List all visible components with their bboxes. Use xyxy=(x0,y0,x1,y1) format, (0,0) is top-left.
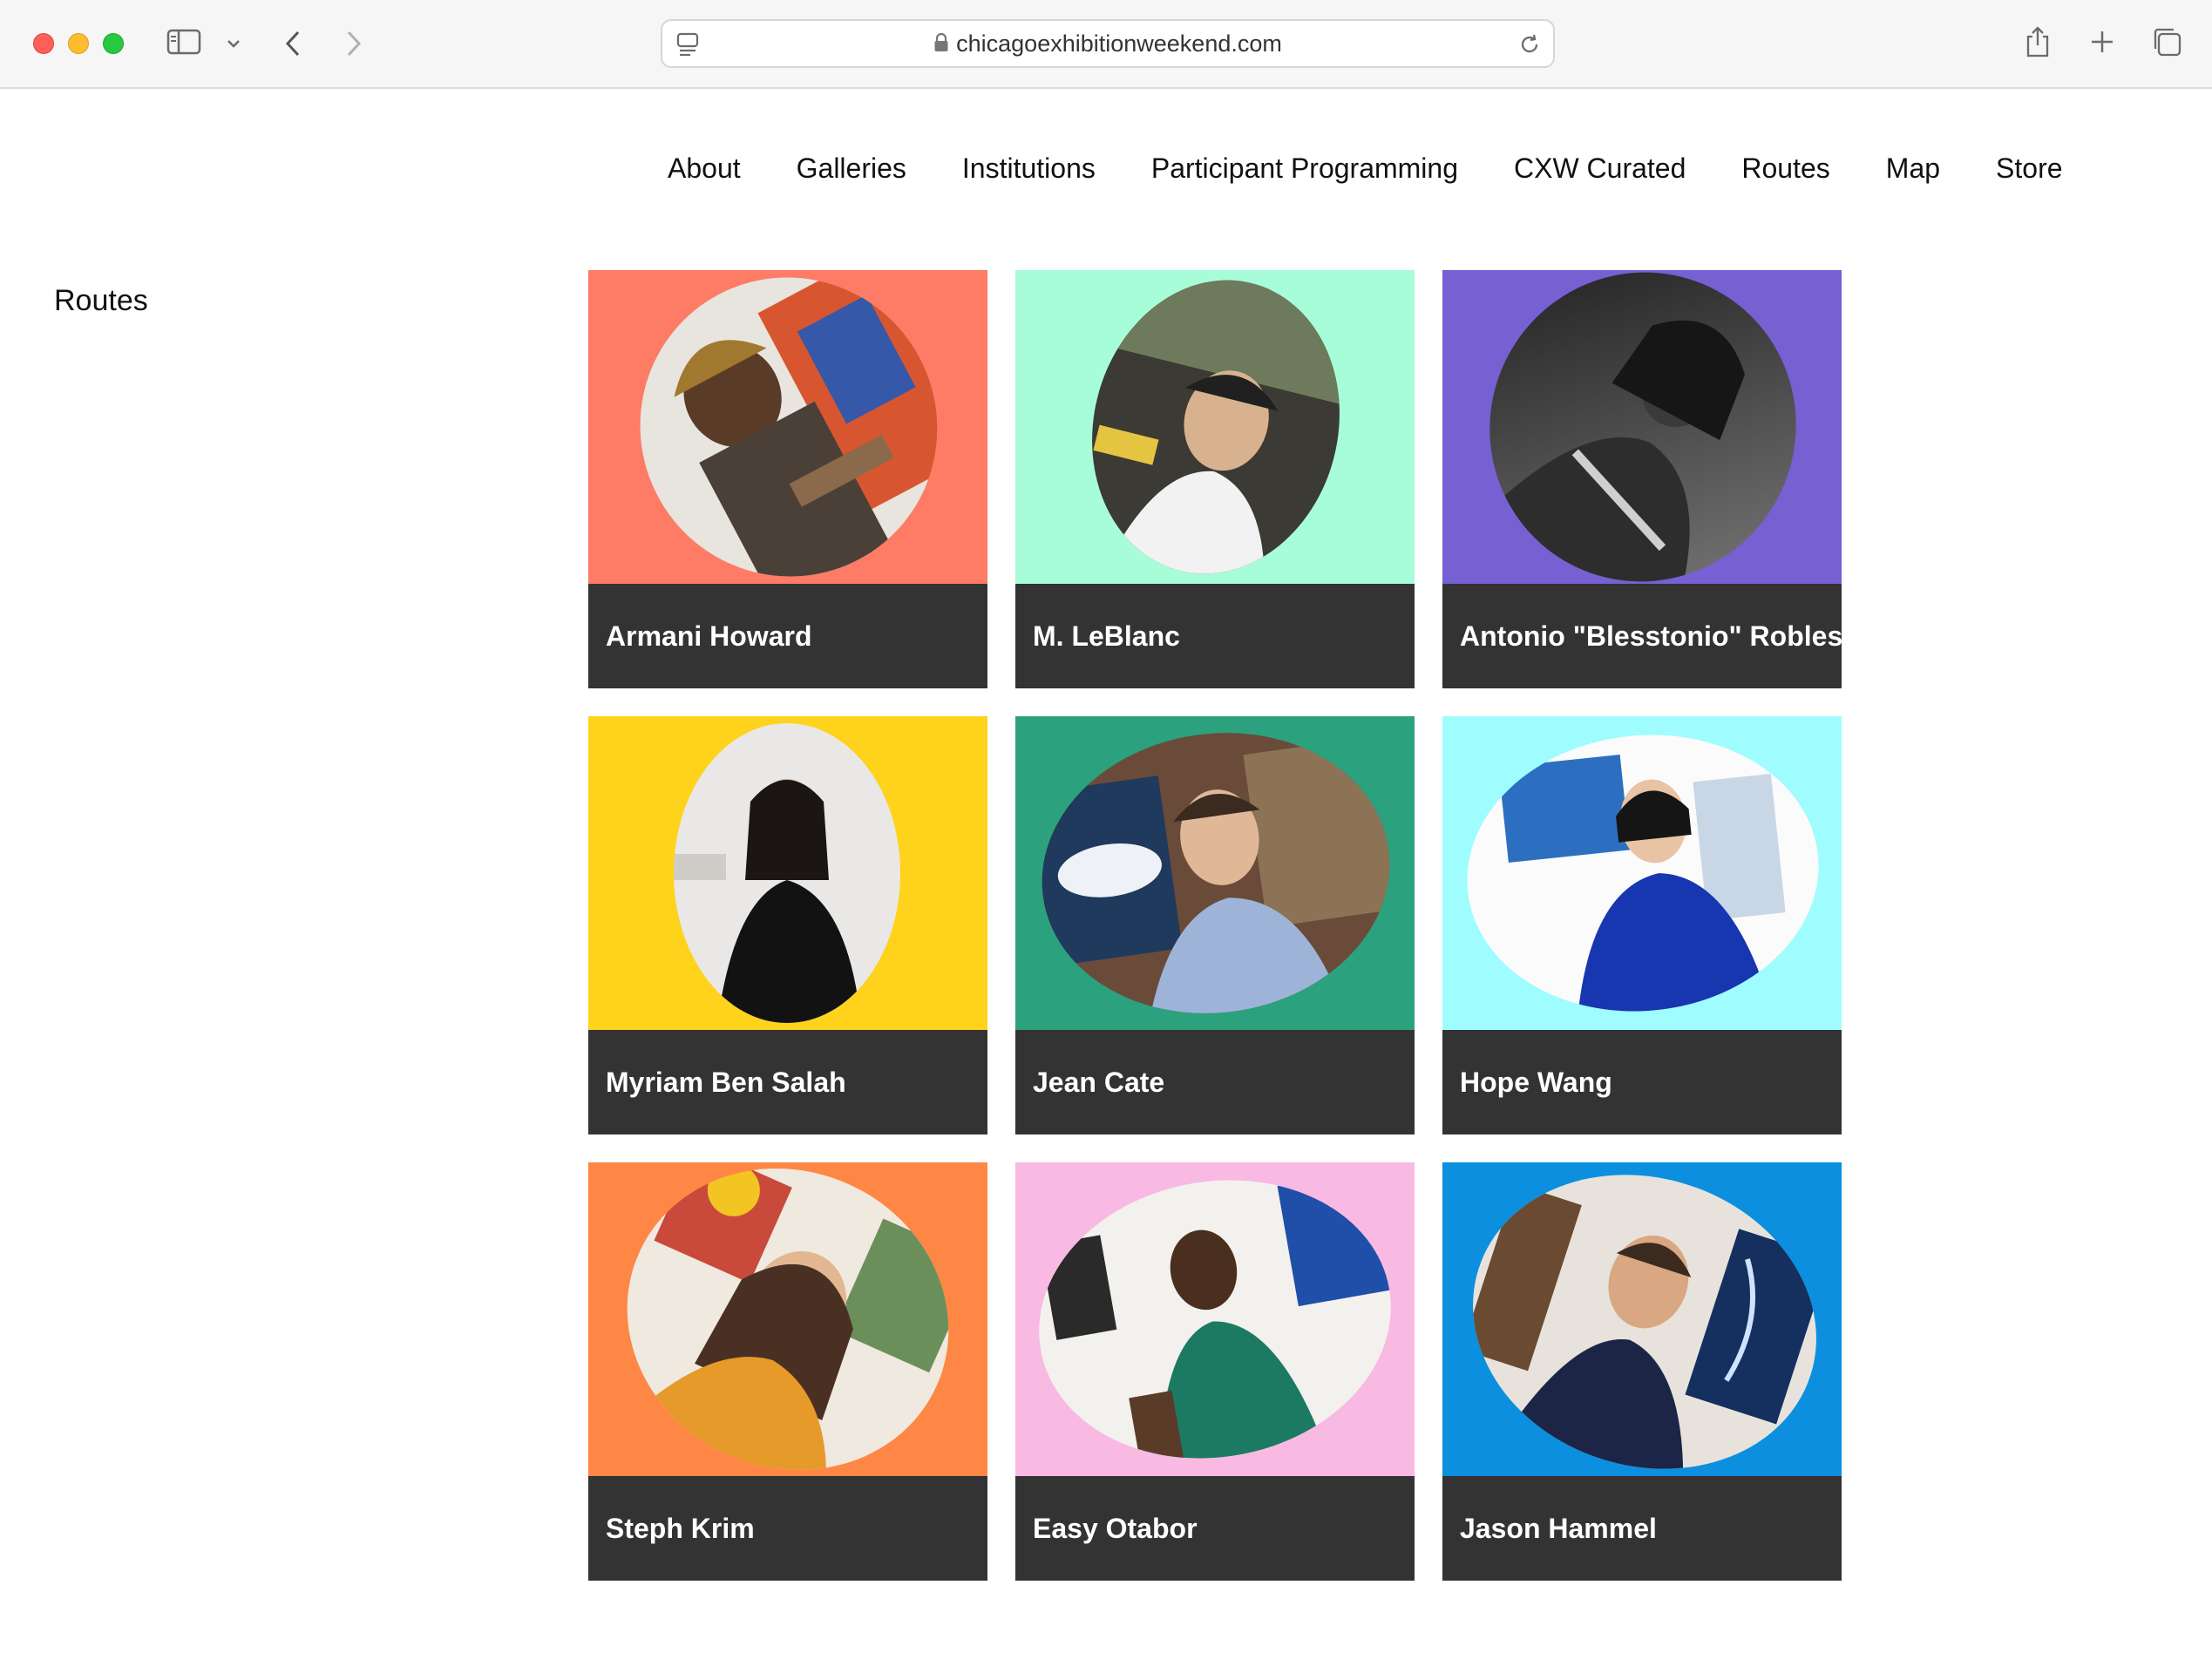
route-card[interactable]: M. LeBlanc xyxy=(1015,270,1415,688)
portrait-photo xyxy=(588,270,987,629)
card-label-bar: Antonio "Blesstonio" Robles xyxy=(1442,584,1842,688)
card-label-bar: M. LeBlanc xyxy=(1015,584,1415,688)
card-label-bar: Hope Wang xyxy=(1442,1030,1842,1135)
card-name: Easy Otabor xyxy=(1033,1513,1198,1544)
card-name: Jean Cate xyxy=(1033,1067,1165,1098)
share-icon[interactable] xyxy=(2022,23,2053,61)
new-tab-icon[interactable] xyxy=(2086,26,2118,58)
card-background xyxy=(588,270,987,629)
card-label-bar: Steph Krim xyxy=(588,1476,987,1581)
route-card[interactable]: Steph Krim xyxy=(588,1162,987,1581)
maximize-window-button[interactable] xyxy=(103,33,124,54)
card-background xyxy=(1015,1162,1415,1486)
nav-item-map[interactable]: Map xyxy=(1886,148,1940,188)
card-label-bar: Armani Howard xyxy=(588,584,987,688)
route-card[interactable]: Myriam Ben Salah xyxy=(588,716,987,1135)
close-window-button[interactable] xyxy=(33,33,54,54)
portrait-photo xyxy=(1453,717,1833,1029)
card-background xyxy=(1015,270,1415,600)
address-bar[interactable]: chicagoexhibitionweekend.com xyxy=(661,19,1555,68)
card-name: M. LeBlanc xyxy=(1033,620,1180,652)
route-card[interactable]: Jean Cate xyxy=(1015,716,1415,1135)
portrait-photo xyxy=(674,723,900,1023)
card-label-bar: Jean Cate xyxy=(1015,1030,1415,1135)
card-name: Armani Howard xyxy=(606,620,812,652)
chevron-down-icon[interactable] xyxy=(223,33,244,54)
minimize-window-button[interactable] xyxy=(68,33,89,54)
route-card[interactable]: Hope Wang xyxy=(1442,716,1842,1135)
card-name: Myriam Ben Salah xyxy=(606,1067,846,1098)
card-name: Hope Wang xyxy=(1460,1067,1612,1098)
back-arrow-icon[interactable] xyxy=(277,26,309,61)
card-label-bar: Easy Otabor xyxy=(1015,1476,1415,1581)
portrait-photo xyxy=(1023,716,1408,1036)
card-background xyxy=(588,1162,987,1521)
browser-toolbar: chicagoexhibitionweekend.com xyxy=(0,0,2212,89)
nav-item-about[interactable]: About xyxy=(668,148,741,188)
main-navigation: About Galleries Institutions Participant… xyxy=(668,148,2063,188)
card-name: Steph Krim xyxy=(606,1513,755,1544)
nav-item-galleries[interactable]: Galleries xyxy=(797,148,906,188)
portrait-photo xyxy=(1442,1162,1842,1513)
route-card[interactable]: Antonio "Blesstonio" Robles xyxy=(1442,270,1842,688)
reload-icon[interactable] xyxy=(1517,31,1543,58)
url-text-container: chicagoexhibitionweekend.com xyxy=(662,21,1553,66)
nav-item-store[interactable]: Store xyxy=(1996,148,2062,188)
tab-overview-icon[interactable] xyxy=(2149,24,2184,59)
portrait-photo xyxy=(1016,1162,1414,1486)
card-name: Jason Hammel xyxy=(1460,1513,1657,1544)
routes-grid: Armani Howard M. LeBlanc Antonio "Blesst… xyxy=(588,270,1842,1581)
card-background xyxy=(588,716,987,1030)
forward-arrow-icon[interactable] xyxy=(338,26,370,61)
card-background xyxy=(1015,716,1415,1036)
portrait-photo xyxy=(1062,270,1370,600)
card-background xyxy=(1442,1162,1842,1513)
nav-item-routes[interactable]: Routes xyxy=(1741,148,1829,188)
portrait-photo xyxy=(1442,270,1842,636)
route-card[interactable]: Jason Hammel xyxy=(1442,1162,1842,1581)
lock-icon xyxy=(933,23,949,68)
url-text: chicagoexhibitionweekend.com xyxy=(956,30,1282,57)
page-title: Routes xyxy=(54,284,148,317)
portrait-photo xyxy=(588,1162,987,1521)
sidebar-toggle-icon[interactable] xyxy=(166,28,202,56)
card-label-bar: Jason Hammel xyxy=(1442,1476,1842,1581)
route-card[interactable]: Easy Otabor xyxy=(1015,1162,1415,1581)
card-name: Antonio "Blesstonio" Robles xyxy=(1460,620,1842,652)
card-background xyxy=(1442,716,1842,1030)
nav-item-institutions[interactable]: Institutions xyxy=(962,148,1096,188)
card-label-bar: Myriam Ben Salah xyxy=(588,1030,987,1135)
route-card[interactable]: Armani Howard xyxy=(588,270,987,688)
card-background xyxy=(1442,270,1842,636)
nav-item-cxw-curated[interactable]: CXW Curated xyxy=(1514,148,1686,188)
nav-item-participant-programming[interactable]: Participant Programming xyxy=(1151,148,1458,188)
